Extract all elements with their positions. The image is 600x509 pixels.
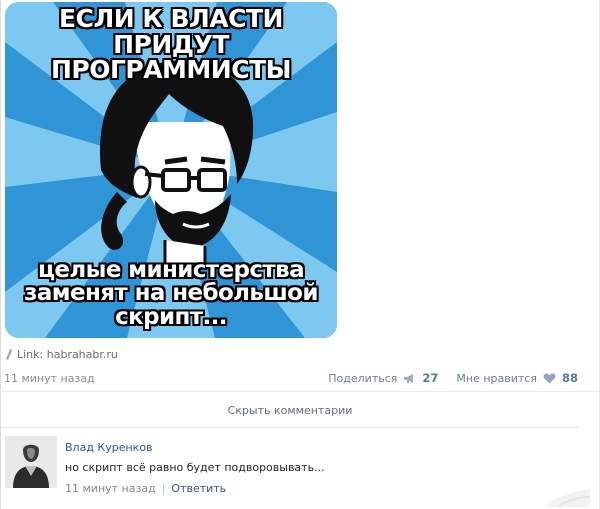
- reply-button[interactable]: Ответить: [171, 482, 226, 495]
- avatar[interactable]: [5, 436, 57, 488]
- meme-top-line: ЕСЛИ К ВЛАСТИ ПРИДУТ: [59, 4, 283, 59]
- left-border: [0, 0, 1, 509]
- meme-image[interactable]: ЕСЛИ К ВЛАСТИ ПРИДУТ ПРОГРАММИСТЫ целые …: [5, 2, 337, 338]
- avatar-photo: [5, 436, 57, 488]
- share-count[interactable]: 27: [422, 371, 438, 385]
- comments-divider: [0, 427, 580, 428]
- post-link-text[interactable]: Link: habrahabr.ru: [17, 348, 118, 361]
- hide-comments-link[interactable]: Скрыть комментарии: [0, 404, 580, 417]
- post-meta: 11 минут назад Поделиться 27 Мне нравитс…: [4, 370, 578, 386]
- meta-separator: |: [161, 482, 166, 495]
- comment-item: Влад Куренков но скрипт всё равно будет …: [5, 436, 565, 496]
- megaphone-icon[interactable]: [403, 373, 416, 384]
- post-time[interactable]: 11 минут назад: [4, 372, 95, 385]
- meme-top-line: ПРОГРАММИСТЫ: [50, 55, 292, 84]
- meme-bottom-line: заменят на небольшой: [24, 280, 318, 307]
- post-divider: [0, 391, 600, 392]
- meme-bottom-line: скрипт...: [115, 303, 227, 330]
- meme-bottom-caption: целые министерства заменят на небольшой …: [5, 257, 337, 330]
- meme-top-caption: ЕСЛИ К ВЛАСТИ ПРИДУТ ПРОГРАММИСТЫ: [5, 6, 337, 83]
- post-link[interactable]: Link: habrahabr.ru: [4, 346, 118, 362]
- link-icon: [6, 348, 12, 360]
- share-button-label[interactable]: Поделиться: [328, 372, 397, 385]
- like-count[interactable]: 88: [562, 371, 578, 385]
- heart-icon[interactable]: [543, 373, 556, 384]
- meme-bottom-line: целые министерства: [37, 257, 305, 283]
- comment-time[interactable]: 11 минут назад: [65, 482, 156, 495]
- post-actions: Поделиться 27 Мне нравится 88: [328, 371, 578, 385]
- comment-text: но скрипт всё равно будет подворовывать.…: [65, 461, 325, 474]
- comment-meta: 11 минут назад | Ответить: [65, 482, 226, 495]
- like-button-label[interactable]: Мне нравится: [456, 372, 537, 385]
- corner-watermark: [546, 489, 590, 507]
- comment-author[interactable]: Влад Куренков: [65, 441, 153, 454]
